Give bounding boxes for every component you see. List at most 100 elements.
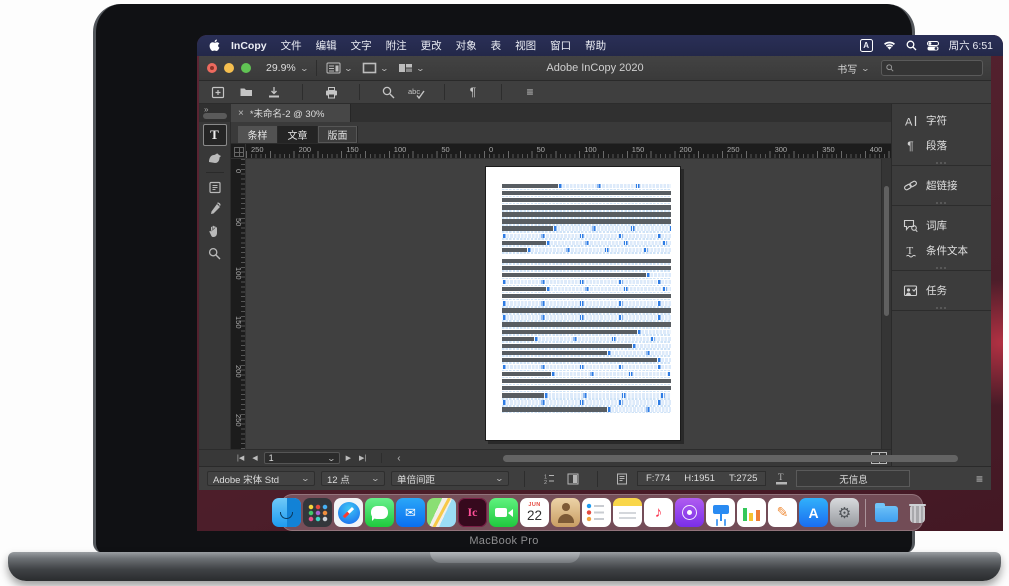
zoom-tool[interactable] [204,243,226,263]
text-ruler-icon[interactable]: T [772,471,790,487]
close-window-button[interactable] [207,63,217,73]
dock-calendar-icon[interactable]: JUN22 [520,498,549,527]
hruler-label: 50 [537,145,545,154]
menu-item-0[interactable]: 文件 [281,38,302,53]
panel-item-character[interactable]: A 字符 [892,108,991,133]
dock-podcasts-icon[interactable] [675,498,704,527]
font-family-select[interactable]: Adobe 宋体 Std ⌄ [207,471,315,486]
save-document-button[interactable] [265,84,283,100]
input-source-icon[interactable]: A [860,39,873,52]
horizontal-scrollbar[interactable] [407,450,856,466]
ruler-origin-box[interactable] [231,144,246,159]
minimize-window-button[interactable] [224,63,234,73]
menu-item-8[interactable]: 窗口 [550,38,571,53]
spotlight-search-icon[interactable] [906,40,917,51]
dock-folder-icon[interactable] [872,498,901,527]
dock-settings-icon[interactable]: ⚙ [830,498,859,527]
arrange-documents-dropdown[interactable]: ⌄ [398,62,424,74]
menu-bar-clock[interactable]: 周六 6:51 [949,38,993,53]
panel-group-assignments: 任务 [892,274,991,307]
show-hidden-characters-button[interactable]: ¶ [464,84,482,100]
document-page[interactable] [485,166,681,441]
apple-menu-icon[interactable] [207,39,221,52]
dock-contacts-icon[interactable] [551,498,580,527]
dock-finder-icon[interactable] [272,498,301,527]
previous-page-button[interactable]: ◀ [250,454,259,462]
vertical-ruler[interactable]: 050100150200250300 [231,159,246,449]
view-tab-2-active[interactable]: 版面 [318,126,358,143]
close-tab-icon[interactable]: × [238,108,244,119]
dock-reminders-icon[interactable] [582,498,611,527]
menu-item-5[interactable]: 对象 [456,38,477,53]
panel-group-language: 词库 T 条件文本 [892,209,991,267]
menu-item-4[interactable]: 更改 [421,38,442,53]
spell-check-button[interactable]: abc [407,84,425,100]
dock-mail-icon[interactable]: ✉ [396,498,425,527]
font-size-select[interactable]: 12 点 ⌄ [321,471,385,486]
vertical-scrollbar-thumb[interactable] [884,186,889,316]
vertical-scrollbar[interactable] [881,159,891,449]
panel-item-assignments[interactable]: 任务 [892,278,991,303]
dock-music-icon[interactable]: ♪ [644,498,673,527]
layout-canvas[interactable] [246,159,881,449]
dock-safari-icon[interactable] [334,498,363,527]
first-page-button[interactable]: |◀ [235,454,246,462]
view-options-dropdown[interactable]: ⌄ [326,62,352,74]
panel-item-hyperlinks[interactable]: 超链接 [892,173,991,198]
dock-maps-icon[interactable] [427,498,456,527]
next-page-button[interactable]: ▶ [344,454,353,462]
workspace-switcher[interactable]: 书写 ⌄ [837,61,869,76]
search-input[interactable] [881,60,983,76]
view-tab-0[interactable]: 条样 [238,126,278,143]
menu-app-name[interactable]: InCopy [231,40,267,52]
document-tab[interactable]: × *未命名-2 @ 30% [231,104,351,122]
panel-item-paragraph[interactable]: ¶ 段落 [892,133,991,158]
view-tab-1[interactable]: 文章 [278,126,318,143]
screen-mode-dropdown[interactable]: ⌄ [362,62,388,74]
horizontal-ruler[interactable]: 25020015010050050100150200250300350400 [246,144,891,159]
menu-item-3[interactable]: 附注 [386,38,407,53]
leading-select[interactable]: 单倍间距 ⌄ [391,471,509,486]
hand-tool[interactable] [204,221,226,241]
text-line [502,198,671,204]
control-center-icon[interactable] [927,41,939,51]
dock-trash-icon[interactable] [903,498,932,527]
separator [597,471,598,487]
wifi-icon[interactable] [883,41,896,51]
copyfit-icon[interactable] [613,471,631,487]
horizontal-scrollbar-thumb[interactable] [503,455,958,462]
menu-item-2[interactable]: 文字 [351,38,372,53]
menu-item-1[interactable]: 编辑 [316,38,337,53]
eyedropper-tool[interactable] [204,199,226,219]
dock-launchpad-icon[interactable] [303,498,332,527]
dock-keynote-icon[interactable] [706,498,735,527]
menu-item-9[interactable]: 帮助 [585,38,606,53]
last-page-button[interactable]: ▶| [357,454,368,462]
new-document-button[interactable] [209,84,227,100]
menu-item-6[interactable]: 表 [491,38,502,53]
panel-item-thesaurus[interactable]: 词库 [892,213,991,238]
find-change-button[interactable] [379,84,397,100]
dock-numbers-icon[interactable] [737,498,766,527]
dock-notes-icon[interactable] [613,498,642,527]
story-info-icon[interactable] [564,471,582,487]
panel-item-conditional-text[interactable]: T 条件文本 [892,238,991,263]
notes-view-tool[interactable] [204,177,226,197]
dock-pages-icon[interactable]: ✎ [768,498,797,527]
dock-messages-icon[interactable] [365,498,394,527]
dock-incopy-icon[interactable]: Ic [458,498,487,527]
type-tool[interactable]: T [203,124,227,146]
open-document-button[interactable] [237,84,255,100]
menu-item-7[interactable]: 视图 [515,38,536,53]
dock-facetime-icon[interactable] [489,498,518,527]
line-numbers-icon[interactable]: 12 [540,471,558,487]
zoom-level-dropdown[interactable]: 29.9% ⌄ [266,62,307,74]
print-button[interactable] [322,84,340,100]
page-number-dropdown[interactable]: 1 ⌄ [264,452,340,464]
status-bar-menu-icon[interactable]: ≡ [976,472,983,486]
toolbar-menu-icon[interactable]: ≡ [521,84,539,100]
dock-appstore-icon[interactable]: A [799,498,828,527]
scroll-left-arrow[interactable]: ‹ [395,453,402,464]
note-tool[interactable] [204,148,226,168]
maximize-window-button[interactable] [241,63,251,73]
